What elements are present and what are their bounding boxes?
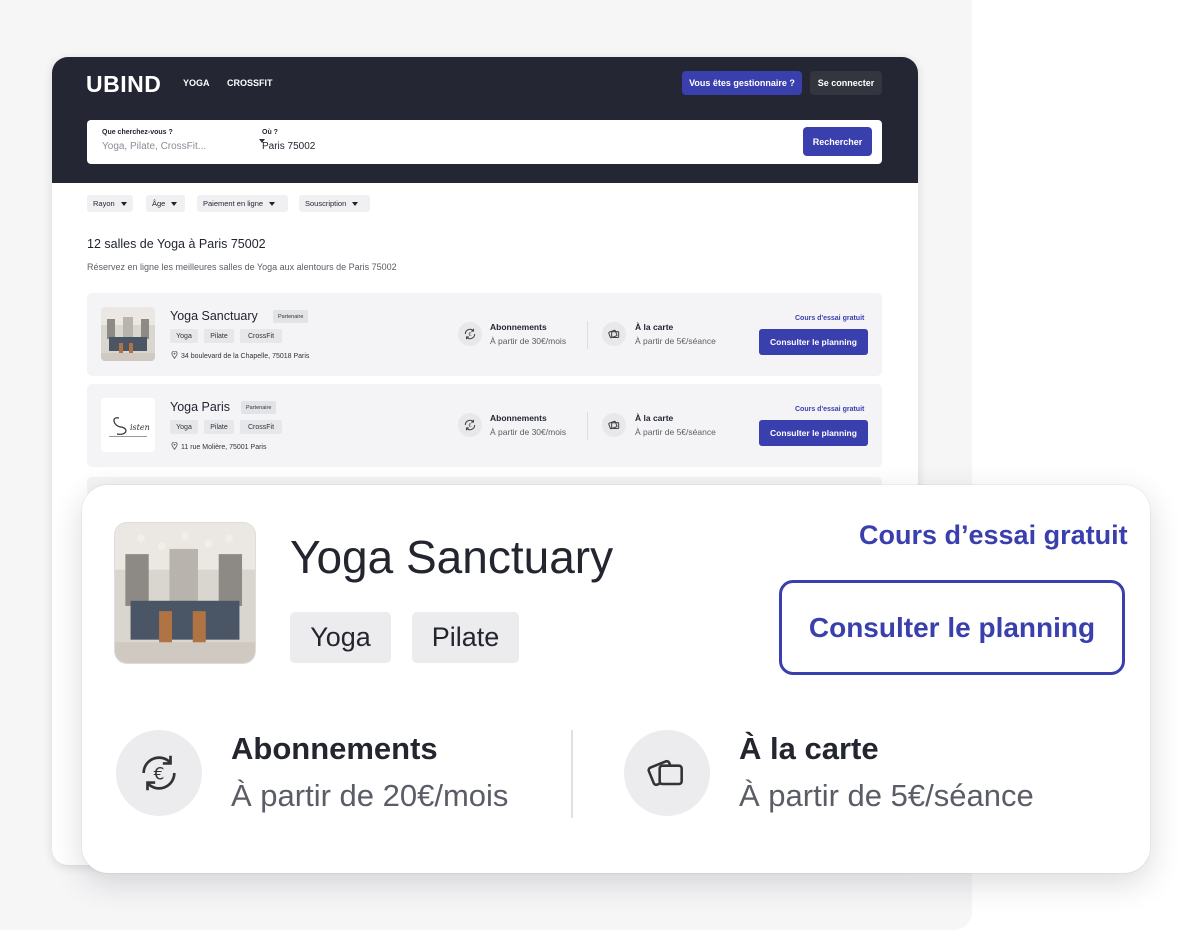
caret-down-icon xyxy=(352,201,359,206)
activity-placeholder: Yoga, Pilate, CrossFit... xyxy=(102,141,207,152)
single-price: À partir de 5€/séance xyxy=(635,336,716,346)
nav-yoga[interactable]: YOGA xyxy=(183,78,210,88)
subscription-title: Abonnements xyxy=(490,322,547,332)
partner-badge: Partenaire xyxy=(241,401,277,414)
single-price: À partir de 5€/séance xyxy=(635,427,716,437)
single-price: À partir de 5€/séance xyxy=(739,778,1034,813)
location-field[interactable]: Où ? Paris 75002 xyxy=(262,129,462,152)
subscription-price: À partir de 20€/mois xyxy=(231,778,509,813)
search-bar: Que cherchez-vous ? Yoga, Pilate, CrossF… xyxy=(87,120,882,164)
studio-name[interactable]: Yoga Paris xyxy=(170,400,230,414)
studio-name[interactable]: Yoga Sanctuary xyxy=(290,530,613,584)
single-title: À la carte xyxy=(635,322,674,332)
filter-online-payment-label: Paiement en ligne xyxy=(203,199,264,208)
tag: Pilate xyxy=(412,612,519,663)
view-schedule-button[interactable]: Consulter le planning xyxy=(779,580,1125,675)
studio-name[interactable]: Yoga Sanctuary xyxy=(170,309,258,323)
listing-card[interactable]: Yoga Sanctuary Partenaire Yoga Pilate Cr… xyxy=(87,293,882,376)
view-schedule-button[interactable]: Consulter le planning xyxy=(759,420,868,446)
site-logo[interactable]: UBIND xyxy=(86,71,161,98)
location-value: Paris 75002 xyxy=(262,141,316,152)
activity-label: Que cherchez-vous ? xyxy=(102,129,173,136)
listing-card[interactable]: isten Yoga Paris Partenaire Yoga Pilate … xyxy=(87,384,882,467)
svg-text:isten: isten xyxy=(130,423,150,432)
free-trial-link[interactable]: Cours d’essai gratuit xyxy=(859,520,1128,551)
euro-cycle-icon: € xyxy=(116,730,202,816)
filter-age[interactable]: Âge xyxy=(146,195,185,212)
address-text: 11 rue Molière, 75001 Paris xyxy=(181,444,267,451)
tag: Pilate xyxy=(204,329,234,343)
divider xyxy=(571,730,573,818)
location-pin-icon xyxy=(171,441,178,451)
results-subtitle: Réservez en ligne les meilleures salles … xyxy=(87,262,397,272)
free-trial-link[interactable]: Cours d'essai gratuit xyxy=(795,315,864,322)
divider xyxy=(587,412,588,440)
login-button[interactable]: Se connecter xyxy=(810,71,882,95)
subscription-title: Abonnements xyxy=(490,413,547,423)
subscription-price: À partir de 30€/mois xyxy=(490,427,567,437)
caret-down-icon xyxy=(171,201,178,206)
filter-radius-label: Rayon xyxy=(93,199,115,208)
subscription-title: Abonnements xyxy=(231,731,438,766)
address-text: 34 boulevard de la Chapelle, 75018 Paris xyxy=(181,353,310,360)
free-trial-link[interactable]: Cours d'essai gratuit xyxy=(795,406,864,413)
single-title: À la carte xyxy=(739,731,879,766)
svg-text:€: € xyxy=(468,332,471,338)
caret-down-icon xyxy=(120,201,127,206)
euro-cycle-icon: € xyxy=(458,413,482,437)
studio-photo xyxy=(115,523,255,663)
search-button[interactable]: Rechercher xyxy=(803,127,872,156)
tickets-icon xyxy=(602,413,626,437)
tickets-icon xyxy=(624,730,710,816)
tag: Pilate xyxy=(204,420,234,434)
tickets-icon xyxy=(602,322,626,346)
studio-address: 34 boulevard de la Chapelle, 75018 Paris xyxy=(171,350,310,360)
manager-button[interactable]: Vous êtes gestionnaire ? xyxy=(682,71,802,95)
activity-field[interactable]: Que cherchez-vous ? Yoga, Pilate, CrossF… xyxy=(102,129,227,152)
location-label: Où ? xyxy=(262,129,278,136)
location-pin-icon xyxy=(171,350,178,360)
nav-crossfit[interactable]: CROSSFIT xyxy=(227,78,273,88)
tag: CrossFit xyxy=(240,329,282,343)
site-header: UBIND YOGA CROSSFIT Vous êtes gestionnai… xyxy=(52,57,918,183)
zoomed-listing-card[interactable]: Yoga Sanctuary Yoga Pilate Cours d’essai… xyxy=(82,485,1150,873)
studio-logo: isten xyxy=(101,398,155,452)
filter-radius[interactable]: Rayon xyxy=(87,195,133,212)
tag: CrossFit xyxy=(240,420,282,434)
single-title: À la carte xyxy=(635,413,674,423)
tag: Yoga xyxy=(170,329,198,343)
caret-down-icon xyxy=(269,201,276,206)
svg-text:€: € xyxy=(468,423,471,429)
filter-online-payment[interactable]: Paiement en ligne xyxy=(197,195,288,212)
studio-photo xyxy=(101,307,155,361)
svg-text:€: € xyxy=(154,765,165,785)
partner-badge: Partenaire xyxy=(273,310,309,323)
view-schedule-button[interactable]: Consulter le planning xyxy=(759,329,868,355)
subscription-price: À partir de 30€/mois xyxy=(490,336,567,346)
filter-subscription[interactable]: Souscription xyxy=(299,195,370,212)
filter-subscription-label: Souscription xyxy=(305,199,347,208)
results-title: 12 salles de Yoga à Paris 75002 xyxy=(87,237,266,251)
tag: Yoga xyxy=(290,612,391,663)
euro-cycle-icon: € xyxy=(458,322,482,346)
studio-address: 11 rue Molière, 75001 Paris xyxy=(171,441,267,451)
tag: Yoga xyxy=(170,420,198,434)
filter-age-label: Âge xyxy=(152,199,166,208)
divider xyxy=(587,321,588,349)
